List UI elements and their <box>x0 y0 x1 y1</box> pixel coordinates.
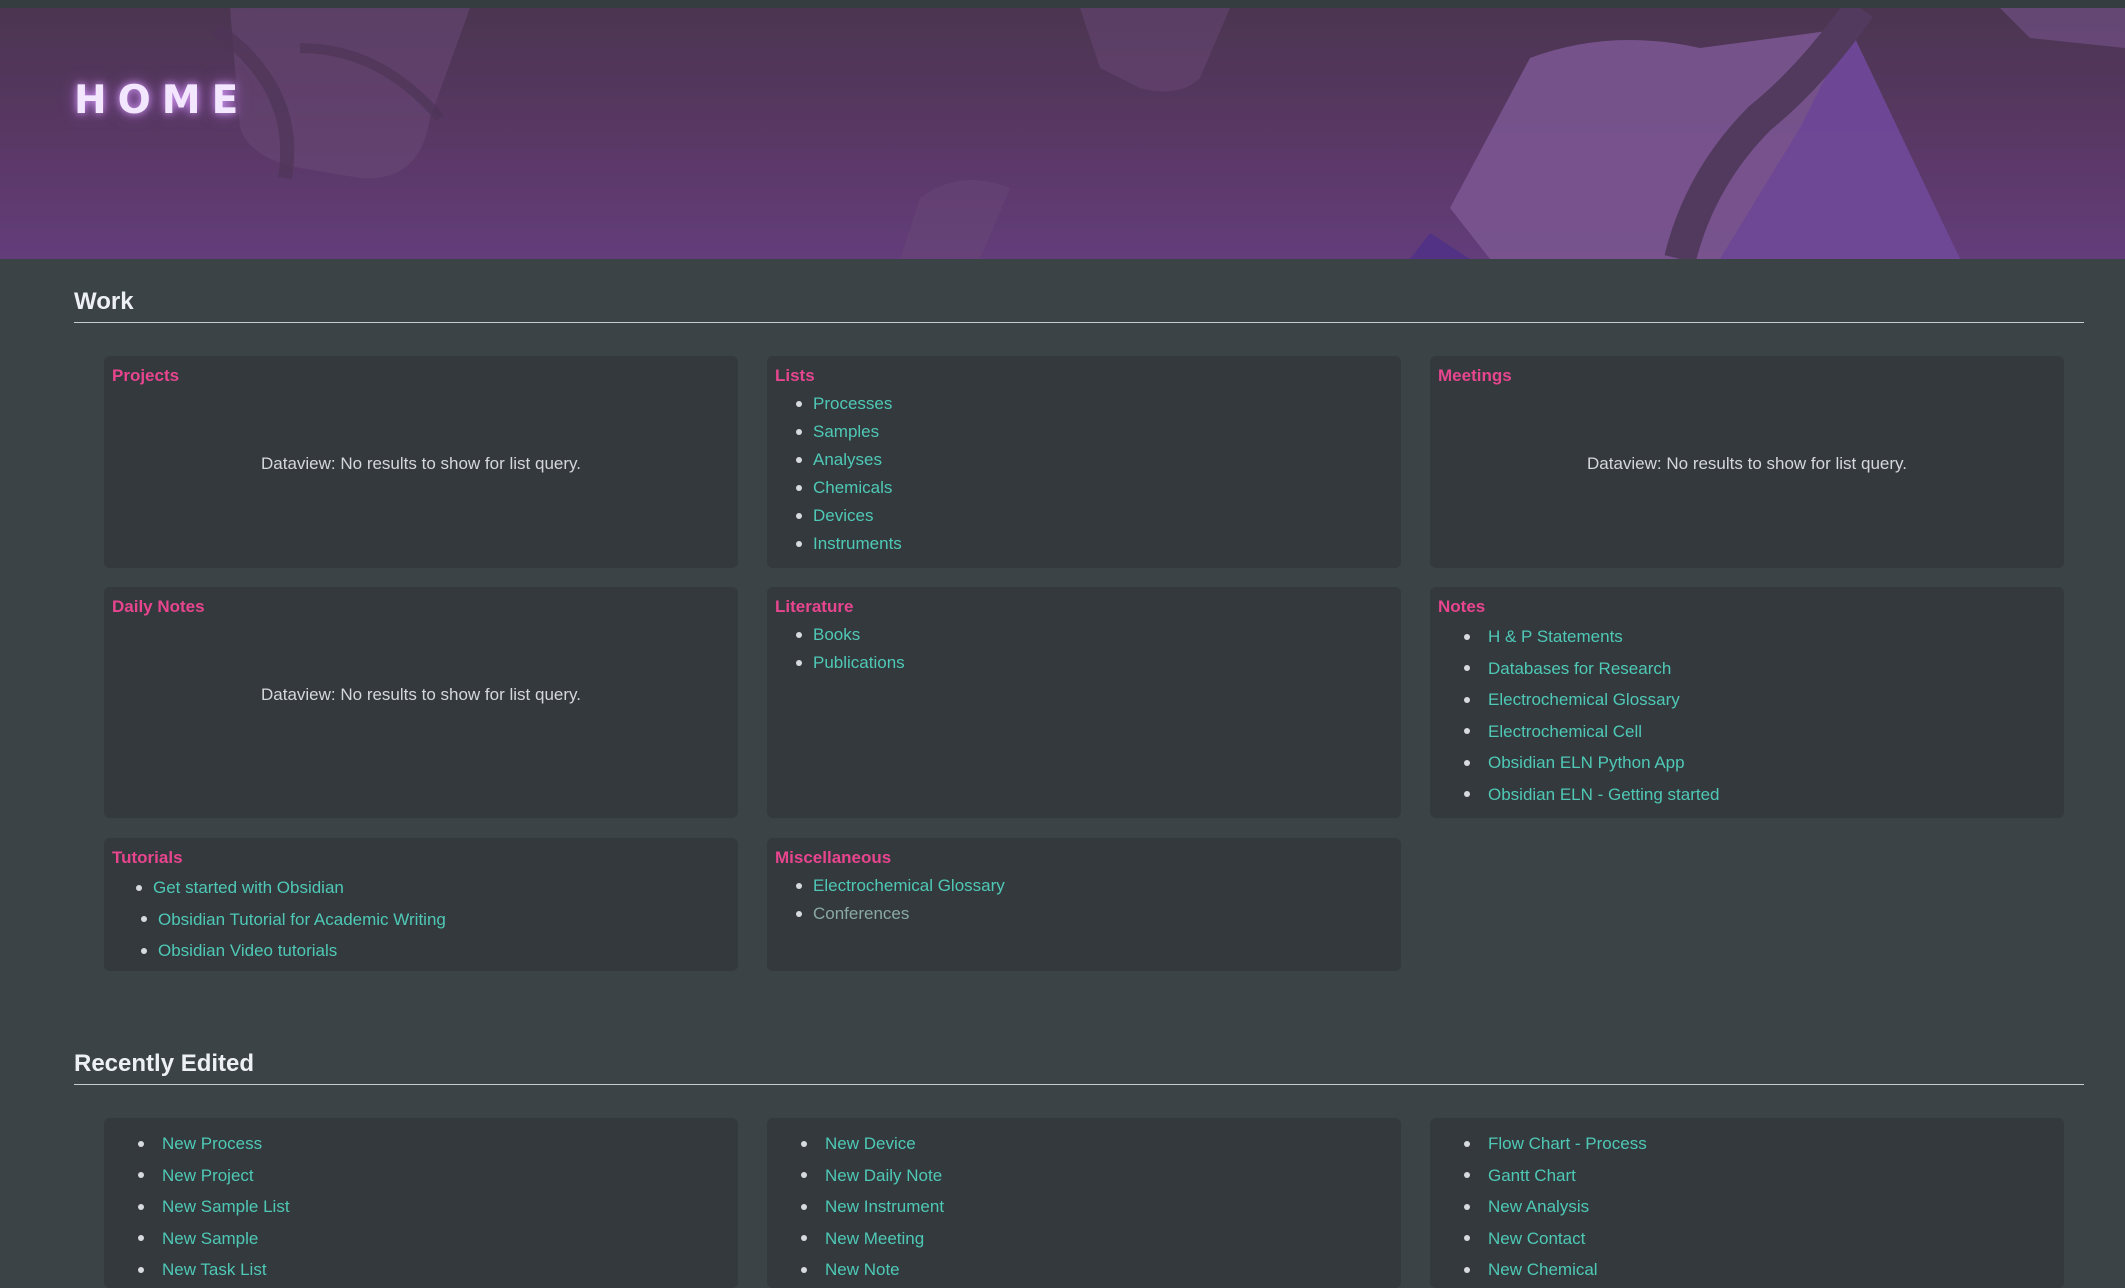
recent-item-new-meeting[interactable]: New Meeting <box>801 1223 1393 1255</box>
list-item-chemicals[interactable]: Chemicals <box>796 474 1393 502</box>
note-item-electrochemical-cell[interactable]: Electrochemical Cell <box>1464 716 2056 748</box>
projects-card: Projects Dataview: No results to show fo… <box>104 356 738 568</box>
lists-card: Lists Processes Samples Analyses Chemica… <box>767 356 1401 568</box>
note-item-hp-statements[interactable]: H & P Statements <box>1464 621 2056 653</box>
recent-item-gantt-chart[interactable]: Gantt Chart <box>1464 1160 2056 1192</box>
recent-item-new-sample[interactable]: New Sample <box>138 1223 730 1255</box>
recent-item-new-instrument[interactable]: New Instrument <box>801 1191 1393 1223</box>
recent-item-new-chemical[interactable]: New Chemical <box>1464 1254 2056 1286</box>
projects-title[interactable]: Projects <box>112 366 730 386</box>
note-item-python-app[interactable]: Obsidian ELN Python App <box>1464 747 2056 779</box>
tutorials-card: Tutorials Get started with Obsidian Obsi… <box>104 838 738 971</box>
literature-card: Literature Books Publications <box>767 587 1401 818</box>
note-item-electrochemical-glossary[interactable]: Electrochemical Glossary <box>1464 684 2056 716</box>
notes-card: Notes H & P Statements Databases for Res… <box>1430 587 2064 818</box>
literature-item-publications[interactable]: Publications <box>796 649 1393 677</box>
misc-item-electrochemical-glossary[interactable]: Electrochemical Glossary <box>796 872 1393 900</box>
note-item-databases[interactable]: Databases for Research <box>1464 653 2056 685</box>
notes-list: H & P Statements Databases for Research … <box>1438 621 2056 810</box>
daily-notes-empty-message: Dataview: No results to show for list qu… <box>261 685 581 704</box>
list-item-processes[interactable]: Processes <box>796 390 1393 418</box>
tutorials-list: Get started with Obsidian Obsidian Tutor… <box>112 872 730 967</box>
miscellaneous-list: Electrochemical Glossary Conferences <box>775 872 1393 928</box>
recent-item-new-contact[interactable]: New Contact <box>1464 1223 2056 1255</box>
recently-edited-heading: Recently Edited <box>74 1050 2084 1085</box>
recent-item-new-process[interactable]: New Process <box>138 1128 730 1160</box>
home-banner: HOME <box>0 8 2125 259</box>
recent-item-new-project[interactable]: New Project <box>138 1160 730 1192</box>
notes-title[interactable]: Notes <box>1438 597 2056 617</box>
page-title: HOME <box>74 78 250 123</box>
meetings-title[interactable]: Meetings <box>1438 366 2056 386</box>
recent-col-1-card: New Process New Project New Sample List … <box>104 1118 738 1288</box>
literature-item-books[interactable]: Books <box>796 621 1393 649</box>
tutorials-title[interactable]: Tutorials <box>112 848 730 868</box>
daily-notes-title[interactable]: Daily Notes <box>112 597 730 617</box>
misc-item-conferences[interactable]: Conferences <box>796 900 1393 928</box>
work-heading: Work <box>74 288 2084 323</box>
recent-item-flow-chart[interactable]: Flow Chart - Process <box>1464 1128 2056 1160</box>
projects-empty-message: Dataview: No results to show for list qu… <box>261 454 581 473</box>
recent-list-3: Flow Chart - Process Gantt Chart New Ana… <box>1438 1128 2056 1286</box>
miscellaneous-title[interactable]: Miscellaneous <box>775 848 1393 868</box>
meetings-card: Meetings Dataview: No results to show fo… <box>1430 356 2064 568</box>
list-item-samples[interactable]: Samples <box>796 418 1393 446</box>
tutorial-item-get-started[interactable]: Get started with Obsidian <box>136 872 730 904</box>
tutorial-item-academic-writing[interactable]: Obsidian Tutorial for Academic Writing <box>141 904 730 936</box>
literature-list: Books Publications <box>775 621 1393 677</box>
recent-item-new-task-list[interactable]: New Task List <box>138 1254 730 1286</box>
meetings-empty-message: Dataview: No results to show for list qu… <box>1587 454 1907 473</box>
recent-item-new-device[interactable]: New Device <box>801 1128 1393 1160</box>
miscellaneous-card: Miscellaneous Electrochemical Glossary C… <box>767 838 1401 971</box>
list-item-instruments[interactable]: Instruments <box>796 530 1393 558</box>
recent-col-3-card: Flow Chart - Process Gantt Chart New Ana… <box>1430 1118 2064 1288</box>
literature-title[interactable]: Literature <box>775 597 1393 617</box>
recent-item-new-analysis[interactable]: New Analysis <box>1464 1191 2056 1223</box>
tutorial-item-video-tutorials[interactable]: Obsidian Video tutorials <box>141 935 730 967</box>
lists-list: Processes Samples Analyses Chemicals Dev… <box>775 390 1393 558</box>
daily-notes-card: Daily Notes Dataview: No results to show… <box>104 587 738 818</box>
note-item-getting-started[interactable]: Obsidian ELN - Getting started <box>1464 779 2056 811</box>
lists-title[interactable]: Lists <box>775 366 1393 386</box>
recent-item-new-note[interactable]: New Note <box>801 1254 1393 1286</box>
list-item-analyses[interactable]: Analyses <box>796 446 1393 474</box>
recent-list-1: New Process New Project New Sample List … <box>112 1128 730 1286</box>
list-item-devices[interactable]: Devices <box>796 502 1393 530</box>
top-strip <box>0 0 2125 8</box>
banner-artwork <box>210 8 2125 259</box>
recent-col-2-card: New Device New Daily Note New Instrument… <box>767 1118 1401 1288</box>
recent-item-new-daily-note[interactable]: New Daily Note <box>801 1160 1393 1192</box>
recent-item-new-sample-list[interactable]: New Sample List <box>138 1191 730 1223</box>
recent-list-2: New Device New Daily Note New Instrument… <box>775 1128 1393 1286</box>
